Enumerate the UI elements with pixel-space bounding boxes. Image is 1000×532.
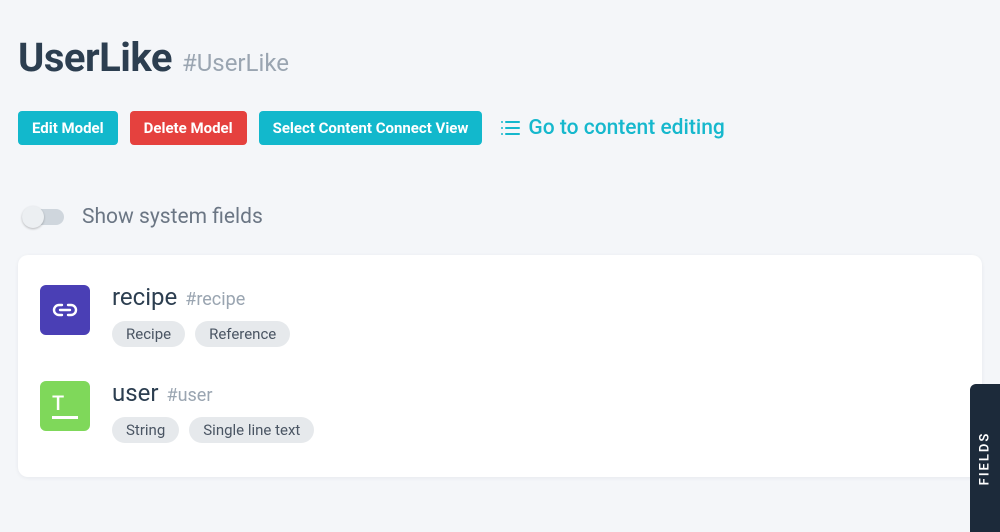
model-api-id: #UserLike — [182, 49, 289, 77]
field-tag: Reference — [195, 321, 290, 347]
field-tag: Single line text — [189, 417, 314, 443]
content-link-label: Go to content editing — [528, 116, 724, 140]
go-to-content-editing-link[interactable]: Go to content editing — [500, 116, 724, 140]
show-system-fields-label: Show system fields — [82, 205, 263, 229]
toggle-knob — [22, 206, 44, 228]
select-content-connect-view-button[interactable]: Select Content Connect View — [259, 111, 483, 145]
edit-model-button[interactable]: Edit Model — [18, 111, 118, 145]
fields-card: recipe #recipe Recipe Reference T user — [18, 255, 982, 477]
field-api-id: #user — [166, 385, 212, 406]
page-title: UserLike — [18, 34, 172, 81]
show-system-fields-toggle[interactable] — [22, 209, 64, 225]
side-tab-label: FIELDS — [978, 431, 993, 485]
field-tag: Recipe — [112, 321, 185, 347]
field-api-id: #recipe — [185, 289, 245, 310]
actions-row: Edit Model Delete Model Select Content C… — [18, 111, 982, 145]
field-tag: String — [112, 417, 179, 443]
field-name: recipe — [112, 283, 177, 311]
field-row[interactable]: recipe #recipe Recipe Reference — [40, 277, 960, 373]
text-icon: T — [40, 381, 90, 431]
list-icon — [500, 119, 520, 137]
link-icon — [40, 285, 90, 335]
field-row[interactable]: T user #user String Single line text — [40, 373, 960, 449]
delete-model-button[interactable]: Delete Model — [130, 111, 247, 145]
page-title-row: UserLike #UserLike — [18, 34, 982, 81]
fields-side-tab[interactable]: FIELDS — [970, 384, 1000, 532]
show-system-fields-row: Show system fields — [18, 205, 982, 229]
field-name: user — [112, 379, 158, 407]
